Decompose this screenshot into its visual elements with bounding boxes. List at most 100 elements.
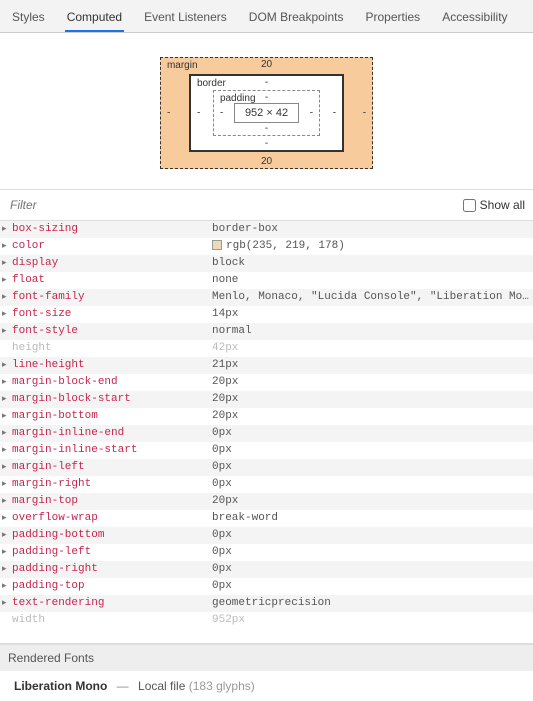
property-row[interactable]: ▸displayblock: [0, 255, 533, 272]
filter-input[interactable]: [8, 194, 463, 216]
property-row[interactable]: ▸margin-block-start20px: [0, 391, 533, 408]
expand-triangle-icon[interactable]: ▸: [2, 392, 12, 407]
expand-triangle-icon[interactable]: ▸: [2, 290, 12, 305]
expand-triangle-icon[interactable]: ▸: [2, 494, 12, 509]
property-name: display: [12, 256, 212, 271]
property-value: 0px: [212, 562, 529, 577]
property-value: 0px: [212, 579, 529, 594]
property-row[interactable]: width952px: [0, 612, 533, 629]
property-name: font-family: [12, 290, 212, 305]
property-name: margin-left: [12, 460, 212, 475]
expand-triangle-icon[interactable]: ▸: [2, 273, 12, 288]
property-value: normal: [212, 324, 529, 339]
expand-triangle-icon[interactable]: ▸: [2, 256, 12, 271]
tab-computed[interactable]: Computed: [65, 6, 124, 32]
property-name: padding-bottom: [12, 528, 212, 543]
show-all-checkbox[interactable]: [463, 199, 476, 212]
expand-triangle-icon[interactable]: ▸: [2, 324, 12, 339]
property-value: 0px: [212, 460, 529, 475]
property-row[interactable]: ▸font-stylenormal: [0, 323, 533, 340]
property-value: 20px: [212, 409, 529, 424]
property-value: break-word: [212, 511, 529, 526]
property-row[interactable]: ▸padding-bottom0px: [0, 527, 533, 544]
show-all-toggle[interactable]: Show all: [463, 198, 525, 212]
property-row[interactable]: ▸padding-right0px: [0, 561, 533, 578]
property-row[interactable]: ▸margin-top20px: [0, 493, 533, 510]
property-row[interactable]: ▸margin-right0px: [0, 476, 533, 493]
property-row[interactable]: ▸line-height21px: [0, 357, 533, 374]
expand-triangle-icon[interactable]: ▸: [2, 358, 12, 373]
expand-triangle-icon[interactable]: ▸: [2, 460, 12, 475]
property-value: 42px: [212, 341, 529, 356]
expand-triangle-icon[interactable]: ▸: [2, 545, 12, 560]
expand-triangle-icon[interactable]: ▸: [2, 307, 12, 322]
property-value: none: [212, 273, 529, 288]
property-name: margin-block-end: [12, 375, 212, 390]
rendered-fonts-body: Liberation Mono — Local file (183 glyphs…: [0, 671, 533, 701]
computed-properties-list: ▸box-sizingborder-box▸colorrgb(235, 219,…: [0, 221, 533, 629]
tab-event-listeners[interactable]: Event Listeners: [142, 6, 229, 32]
margin-right-value: -: [363, 108, 366, 119]
margin-bottom-value: 20: [261, 156, 272, 167]
property-row[interactable]: ▸font-familyMenlo, Monaco, "Lucida Conso…: [0, 289, 533, 306]
property-row[interactable]: ▸margin-inline-end0px: [0, 425, 533, 442]
property-row[interactable]: ▸padding-left0px: [0, 544, 533, 561]
property-row[interactable]: ▸font-size14px: [0, 306, 533, 323]
expand-triangle-icon[interactable]: ▸: [2, 426, 12, 441]
property-name: width: [12, 613, 212, 628]
property-row[interactable]: ▸floatnone: [0, 272, 533, 289]
tab-accessibility[interactable]: Accessibility: [440, 6, 509, 32]
border-right-value: -: [333, 108, 336, 119]
expand-triangle-icon[interactable]: ▸: [2, 596, 12, 611]
expand-triangle-icon[interactable]: ▸: [2, 562, 12, 577]
border-top-value: -: [265, 77, 268, 88]
property-row[interactable]: ▸margin-block-end20px: [0, 374, 533, 391]
property-value: 0px: [212, 443, 529, 458]
expand-triangle-icon[interactable]: ▸: [2, 239, 12, 254]
property-row[interactable]: ▸text-renderinggeometricprecision: [0, 595, 533, 612]
property-value: block: [212, 256, 529, 271]
property-row[interactable]: ▸padding-top0px: [0, 578, 533, 595]
property-row[interactable]: ▸colorrgb(235, 219, 178): [0, 238, 533, 255]
property-row[interactable]: ▸margin-inline-start0px: [0, 442, 533, 459]
expand-triangle-icon[interactable]: ▸: [2, 222, 12, 237]
property-value: rgb(235, 219, 178): [212, 239, 529, 254]
expand-triangle-icon[interactable]: ▸: [2, 528, 12, 543]
expand-triangle-icon[interactable]: ▸: [2, 579, 12, 594]
property-value: 0px: [212, 545, 529, 560]
expand-triangle-icon[interactable]: ▸: [2, 477, 12, 492]
property-name: margin-bottom: [12, 409, 212, 424]
property-name: font-style: [12, 324, 212, 339]
property-row[interactable]: ▸margin-left0px: [0, 459, 533, 476]
font-separator: —: [117, 679, 129, 693]
property-name: margin-block-start: [12, 392, 212, 407]
expand-triangle-icon[interactable]: ▸: [2, 409, 12, 424]
property-row[interactable]: height42px: [0, 340, 533, 357]
filter-row: Show all: [0, 189, 533, 221]
margin-top-value: 20: [261, 59, 272, 70]
expand-triangle-icon[interactable]: ▸: [2, 443, 12, 458]
color-swatch[interactable]: [212, 240, 222, 250]
property-value: 20px: [212, 392, 529, 407]
expand-triangle-icon[interactable]: ▸: [2, 511, 12, 526]
property-value: geometricprecision: [212, 596, 529, 611]
padding-label: padding: [220, 93, 256, 104]
box-model-diagram[interactable]: margin 20 20 - - border - - - - padding …: [0, 33, 533, 189]
border-label: border: [197, 78, 226, 89]
property-row[interactable]: ▸overflow-wrapbreak-word: [0, 510, 533, 527]
tab-dom-breakpoints[interactable]: DOM Breakpoints: [247, 6, 346, 32]
font-name: Liberation Mono: [14, 679, 107, 693]
tab-styles[interactable]: Styles: [10, 6, 47, 32]
property-row[interactable]: ▸margin-bottom20px: [0, 408, 533, 425]
property-value: 14px: [212, 307, 529, 322]
tab-properties[interactable]: Properties: [363, 6, 422, 32]
font-source: Local file: [138, 679, 185, 693]
property-name: line-height: [12, 358, 212, 373]
property-name: margin-right: [12, 477, 212, 492]
expand-triangle-icon[interactable]: ▸: [2, 375, 12, 390]
property-row[interactable]: ▸box-sizingborder-box: [0, 221, 533, 238]
property-value: 0px: [212, 426, 529, 441]
property-name: font-size: [12, 307, 212, 322]
font-glyphs: (183 glyphs): [189, 679, 255, 693]
content-dimensions: 952 × 42: [234, 103, 299, 123]
